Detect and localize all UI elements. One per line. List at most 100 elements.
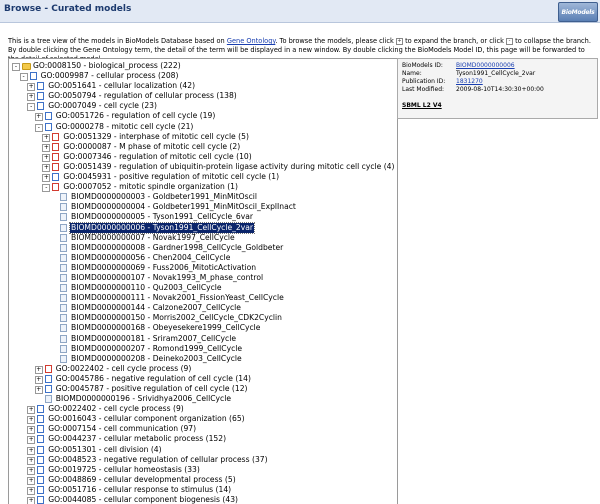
tree-go-term[interactable]: + GO:0051439 - regulation of ubiquitin-pr…	[9, 162, 397, 172]
tree-go-term[interactable]: + GO:0045931 - positive regulation of mit…	[9, 172, 397, 183]
tree-go-term[interactable]: + GO:0048869 - cellular developmental pro…	[9, 475, 397, 485]
tree-model-item[interactable]: BIOMD0000000181 - Sriram2007_CellCycle	[9, 334, 397, 344]
publication-link[interactable]: 1831270	[456, 78, 483, 85]
tree-go-term[interactable]: + GO:0000087 - M phase of mitotic cell cy…	[9, 142, 397, 152]
document-icon	[37, 425, 45, 434]
tree-go-term[interactable]: + GO:0048523 - negative regulation of cel…	[9, 455, 397, 465]
tree-go-term[interactable]: + GO:0019725 - cellular homeostasis (33)	[9, 465, 397, 475]
tree-go-term[interactable]: + GO:0016043 - cellular component organiz…	[9, 414, 397, 425]
document-icon	[44, 374, 52, 383]
tree-model-item[interactable]: BIOMD0000000004 - Goldbeter1991_MinMitOs…	[9, 202, 397, 212]
expand-toggle-icon[interactable]: +	[27, 416, 36, 425]
tree-item-label: GO:0051716 - cellular response to stimul…	[48, 484, 232, 494]
tree-model-item[interactable]: BIOMD0000000006 - Tyson1991_CellCycle_2v…	[9, 221, 397, 234]
expand-toggle-icon[interactable]: +	[27, 476, 36, 485]
tree-item-label: GO:0045786 - negative regulation of cell…	[55, 373, 251, 383]
tree-go-term[interactable]: + GO:0051726 - regulation of cell cycle (…	[9, 111, 397, 122]
collapse-toggle-icon[interactable]: -	[34, 123, 43, 132]
expand-toggle-icon[interactable]: +	[27, 436, 36, 445]
tree-go-term[interactable]: + GO:0044237 - cellular metabolic process…	[9, 434, 397, 445]
model-icon	[60, 203, 67, 212]
tree-go-term[interactable]: + GO:0051641 - cellular localization (42)	[9, 81, 397, 92]
tree-model-item[interactable]: BIOMD0000000056 - Chen2004_CellCycle	[9, 253, 397, 263]
tree-go-term[interactable]: - GO:0009987 - cellular process (208)	[9, 71, 397, 82]
expand-toggle-icon[interactable]: +	[42, 143, 51, 152]
expand-toggle-icon[interactable]: +	[42, 163, 51, 172]
collapse-toggle-icon[interactable]: -	[12, 63, 20, 71]
expand-toggle-icon[interactable]: +	[27, 466, 36, 475]
tree-item-label: GO:0044237 - cellular metabolic process …	[48, 434, 227, 444]
expand-toggle-icon[interactable]: +	[27, 406, 36, 415]
tree-go-term[interactable]: - GO:0008150 - biological_process (222)	[9, 61, 397, 71]
tree-model-item[interactable]: BIOMD0000000007 - Novak1997_CellCycle	[9, 233, 397, 243]
tree-item-label: GO:0009987 - cellular process (208)	[40, 71, 179, 81]
expand-toggle-icon[interactable]: +	[27, 426, 36, 435]
tree-model-item[interactable]: BIOMD0000000208 - Deineko2003_CellCycle	[9, 354, 397, 364]
tree-go-term[interactable]: + GO:0022402 - cell cycle process (9)	[9, 364, 397, 374]
tree-model-item[interactable]: BIOMD0000000207 - Romond1999_CellCycle	[9, 344, 397, 354]
expand-toggle-icon[interactable]: +	[42, 133, 51, 142]
tree-go-term[interactable]: + GO:0045787 - positive regulation of cel…	[9, 384, 397, 394]
expand-toggle-icon[interactable]: +	[42, 174, 51, 183]
model-info-panel: BioModels ID: BIOMD0000000006 Name: Tyson1…	[397, 58, 598, 119]
tree-go-term[interactable]: + GO:0050794 - regulation of cellular pro…	[9, 91, 397, 102]
go-tree-view[interactable]: - GO:0008150 - biological_process (222) - G…	[8, 58, 398, 504]
tree-go-term[interactable]: + GO:0051301 - cell division (4)	[9, 445, 397, 455]
intro-text-part3: to expand the branch, or click	[405, 37, 504, 45]
tree-go-term[interactable]: + GO:0022402 - cell cycle process (9)	[9, 404, 397, 415]
model-icon	[60, 193, 67, 202]
expand-toggle-icon[interactable]: +	[27, 83, 36, 92]
tree-model-item[interactable]: BIOMD0000000196 - Srividhya2006_CellCycl…	[9, 394, 397, 404]
expand-toggle-icon[interactable]: +	[34, 386, 43, 394]
expand-toggle-icon[interactable]: +	[27, 456, 36, 465]
info-mod-label: Last Modified:	[402, 86, 445, 93]
collapse-toggle-icon[interactable]: -	[42, 184, 51, 193]
gene-ontology-link[interactable]: Gene Ontology	[227, 37, 276, 45]
document-icon	[52, 162, 60, 171]
expand-toggle-icon[interactable]: +	[27, 446, 36, 455]
tree-model-item[interactable]: BIOMD0000000008 - Gardner1998_CellCycle_…	[9, 243, 397, 253]
document-icon	[44, 364, 52, 373]
model-icon	[60, 284, 67, 293]
collapse-toggle-icon[interactable]: -	[27, 103, 36, 112]
intro-text-part1: This is a tree view of the models in Bio…	[8, 37, 225, 45]
tree-item-label: BIOMD0000000196 - Srividhya2006_CellCycl…	[55, 394, 232, 404]
tree-model-item[interactable]: BIOMD0000000005 - Tyson1991_CellCycle_6v…	[9, 212, 397, 222]
tree-item-label: BIOMD0000000008 - Gardner1998_CellCycle_…	[71, 242, 284, 252]
tree-model-item[interactable]: BIOMD0000000110 - Qu2003_CellCycle	[9, 283, 397, 293]
tree-go-term[interactable]: + GO:0051329 - interphase of mitotic cell…	[9, 132, 397, 142]
document-icon	[52, 152, 60, 161]
expand-toggle-icon[interactable]: +	[27, 93, 36, 102]
document-icon	[37, 475, 45, 484]
tree-model-item[interactable]: BIOMD0000000144 - Calzone2007_CellCycle	[9, 303, 397, 313]
biomodels-logo[interactable]: BioModels	[558, 2, 598, 22]
sbml-download-link[interactable]: SBML L2 V4	[402, 102, 442, 109]
info-pub-label: Publication ID:	[402, 78, 446, 85]
tree-go-term[interactable]: + GO:0007346 - regulation of mitotic cell…	[9, 152, 397, 162]
tree-model-item[interactable]: BIOMD0000000069 - Fuss2006_MitoticActiva…	[9, 263, 397, 273]
tree-model-item[interactable]: BIOMD0000000111 - Novak2001_FissionYeast…	[9, 293, 397, 303]
tree-item-label: BIOMD0000000007 - Novak1997_CellCycle	[71, 232, 235, 242]
model-id-link[interactable]: BIOMD0000000006	[456, 62, 515, 69]
intro-text-part2: . To browse the models, please click	[275, 37, 394, 45]
tree-go-term[interactable]: - GO:0007052 - mitotic spindle organizati…	[9, 182, 397, 193]
tree-go-term[interactable]: + GO:0045786 - negative regulation of cel…	[9, 374, 397, 384]
tree-model-item[interactable]: BIOMD0000000107 - Novak1993_M_phase_cont…	[9, 273, 397, 283]
model-icon	[60, 243, 67, 252]
expand-toggle-icon[interactable]: +	[34, 375, 43, 384]
info-modified-row: Last Modified: 2009-08-10T14:30:30+00:00	[402, 86, 544, 94]
expand-toggle-icon[interactable]: +	[42, 153, 51, 162]
tree-model-item[interactable]: BIOMD0000000168 - Obeyesekere1999_CellCy…	[9, 323, 397, 333]
tree-go-term[interactable]: + GO:0051716 - cellular response to stimu…	[9, 485, 397, 495]
expand-toggle-icon[interactable]: +	[27, 486, 36, 495]
tree-go-term[interactable]: - GO:0007049 - cell cycle (23)	[9, 101, 397, 112]
tree-model-item[interactable]: BIOMD0000000150 - Morris2002_CellCycle_C…	[9, 313, 397, 323]
expand-toggle-icon[interactable]: +	[34, 365, 43, 374]
tree-go-term[interactable]: - GO:0000278 - mitotic cell cycle (21)	[9, 122, 397, 132]
tree-model-item[interactable]: BIOMD0000000003 - Goldbeter1991_MinMitOs…	[9, 192, 397, 202]
document-icon	[37, 405, 45, 414]
tree-go-term[interactable]: + GO:0007154 - cell communication (97)	[9, 424, 397, 435]
info-name-value: Tyson1991_CellCycle_2var	[456, 70, 536, 77]
expand-toggle-icon[interactable]: +	[34, 113, 43, 122]
collapse-toggle-icon[interactable]: -	[19, 73, 28, 82]
